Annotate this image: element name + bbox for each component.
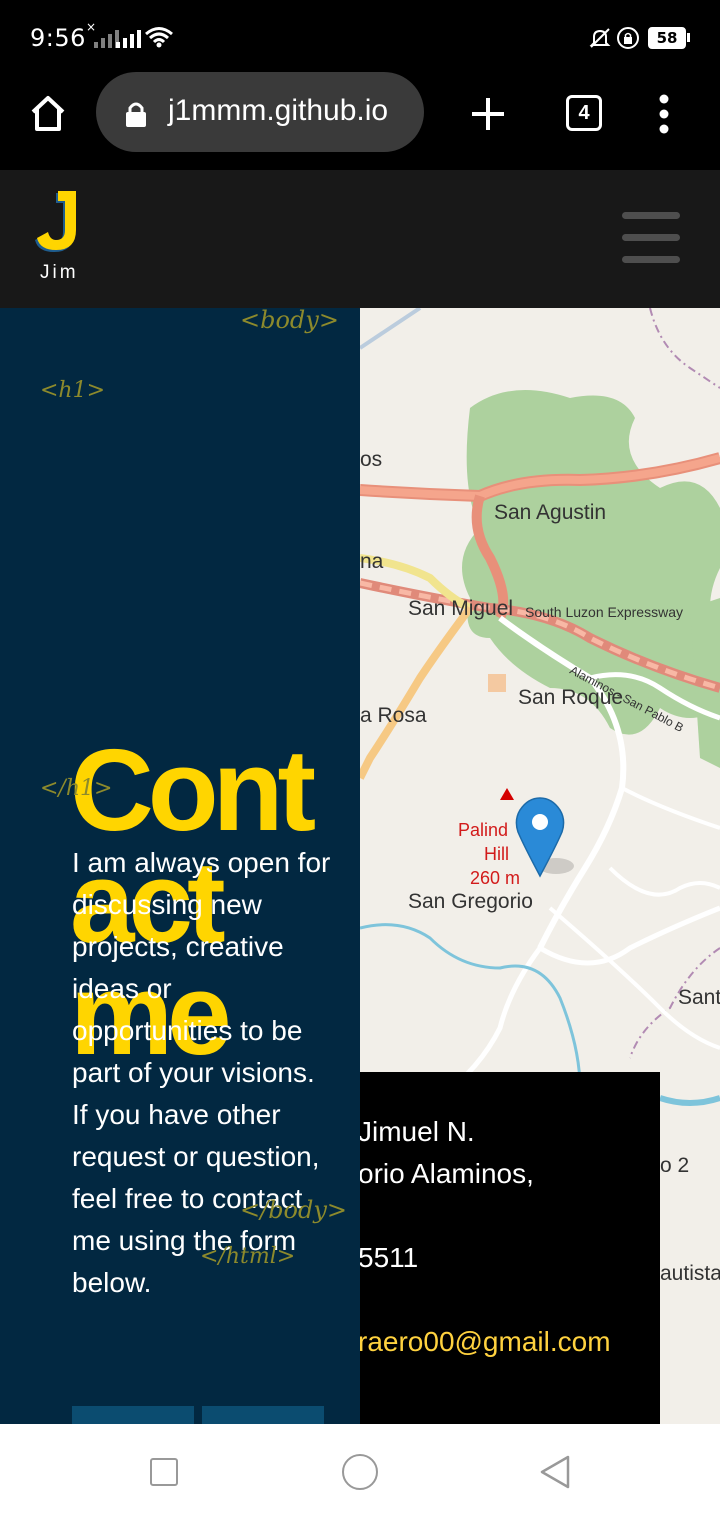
logo-j-icon[interactable] — [32, 190, 80, 256]
contact-email[interactable]: raero00@gmail.com — [360, 1326, 611, 1358]
signal-icon — [116, 26, 141, 48]
tag-html-close: </html> — [200, 1244, 296, 1269]
map-label: South Luzon Expressway — [525, 604, 683, 620]
home-icon[interactable] — [30, 94, 66, 132]
tag-h1-close: </h1> — [40, 776, 113, 801]
mute-icon — [589, 28, 611, 48]
tag-h1-open: <h1> — [40, 378, 106, 403]
back-icon[interactable] — [538, 1454, 574, 1490]
home-circle-icon[interactable] — [342, 1454, 378, 1490]
map-label: os — [360, 448, 383, 471]
map-label: San Agustin — [494, 501, 607, 524]
plus-icon[interactable] — [470, 96, 506, 132]
map-label: autista — [660, 1262, 720, 1285]
tag-body-close: </body> — [240, 1196, 348, 1224]
more-icon[interactable] — [656, 94, 672, 134]
map-label: o 2 — [660, 1154, 690, 1177]
logo-name[interactable]: Jim — [40, 262, 79, 284]
form-button[interactable] — [202, 1406, 324, 1424]
map-label: a Rosa — [360, 704, 427, 727]
map-label: Sant — [678, 986, 720, 1009]
contact-phone: 5511 — [360, 1242, 419, 1273]
battery-level: 58 — [656, 29, 678, 47]
map-label: San Roque — [518, 686, 624, 709]
url-text[interactable]: j1mmm.github.io — [168, 94, 388, 128]
contact-name: Jimuel N. — [360, 1116, 475, 1147]
map-label: 260 m — [470, 868, 521, 888]
signal-x-icon: × — [86, 20, 119, 48]
form-button[interactable] — [72, 1406, 194, 1424]
tag-body-open: <body> — [240, 306, 339, 334]
map-label: San Miguel — [408, 597, 514, 620]
tab-count: 4 — [578, 102, 590, 124]
battery-icon: 58 — [648, 27, 686, 49]
contact-address: orio Alaminos, — [360, 1158, 534, 1189]
recent-apps-icon[interactable] — [150, 1458, 178, 1486]
lock-icon — [126, 102, 146, 127]
tabs-icon[interactable]: 4 — [566, 95, 602, 131]
site-navbar — [0, 170, 720, 308]
wifi-icon — [145, 27, 173, 48]
contact-info-box: Jimuel N. orio Alaminos, 5511 raero00@gm… — [360, 1072, 660, 1424]
map-label: Hill — [484, 844, 509, 864]
status-bar: 9:56 × 58 — [0, 0, 720, 74]
lock-icon — [617, 27, 639, 49]
contact-description: I am always open for discussing new proj… — [72, 847, 331, 1298]
location-marker-icon[interactable] — [514, 796, 578, 880]
map-label: na — [360, 550, 384, 573]
map-label: San Gregorio — [408, 890, 533, 913]
status-time: 9:56 — [30, 24, 86, 52]
map-label: Palind — [458, 820, 509, 840]
system-nav-bar — [0, 1424, 720, 1520]
